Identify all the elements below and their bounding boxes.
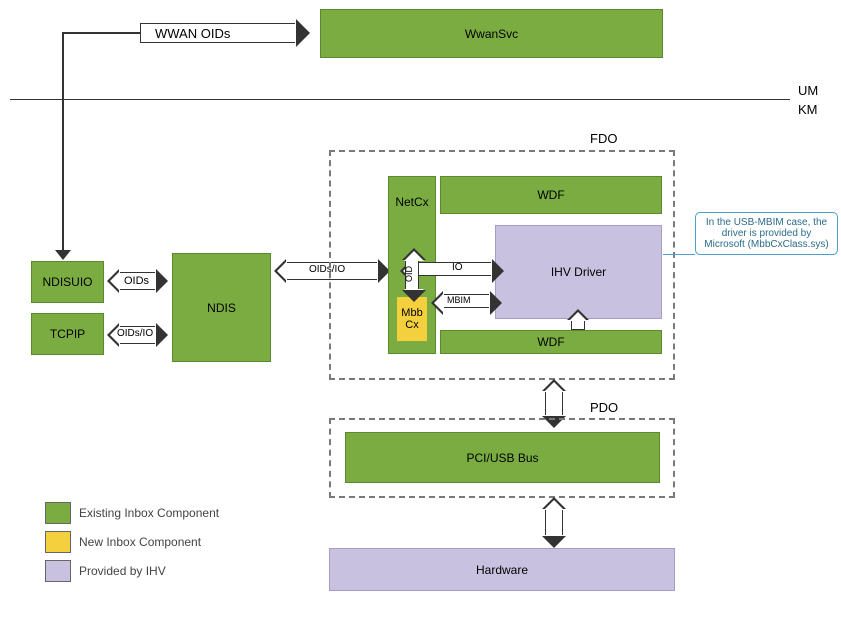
mbbcx-label: Mbb Cx <box>401 307 422 331</box>
callout-connector <box>663 254 695 255</box>
tcpip-box: TCPIP <box>31 313 104 355</box>
pci-usb-bus-label: PCI/USB Bus <box>466 451 538 465</box>
mbbcx-box: Mbb Cx <box>395 295 429 343</box>
pci-usb-bus-box: PCI/USB Bus <box>345 432 660 483</box>
ihv-to-wdf-arrow <box>571 320 585 330</box>
km-label: KM <box>798 102 818 117</box>
netcx-label: NetCx <box>395 195 428 209</box>
ndis-label: NDIS <box>207 301 236 315</box>
ihv-driver-box: IHV Driver <box>495 225 662 319</box>
fdo-pdo-arrow <box>545 391 563 416</box>
um-label: UM <box>798 83 818 98</box>
ihv-callout: In the USB-MBIM case, the driver is prov… <box>695 212 838 255</box>
tcpip-oids-io-label: OIDs/IO <box>117 328 153 339</box>
elbow-down-arrowhead <box>55 250 71 260</box>
fdo-title: FDO <box>590 131 617 146</box>
oid-label: OID <box>404 266 414 282</box>
pdo-hardware-arrow <box>545 509 563 536</box>
mbim-label: MBIM <box>447 295 471 305</box>
ndisuio-label: NDISUIO <box>42 275 92 289</box>
ndis-box: NDIS <box>172 253 271 362</box>
io-label: IO <box>452 262 463 273</box>
wdf-bottom-label: WDF <box>537 335 564 349</box>
ihv-driver-label: IHV Driver <box>551 265 606 279</box>
legend-swatch-provided <box>45 560 71 582</box>
wdf-top-label: WDF <box>537 188 564 202</box>
wwansvc-box: WwanSvc <box>320 9 663 58</box>
legend-new-label: New Inbox Component <box>79 535 201 549</box>
tcpip-label: TCPIP <box>50 327 85 341</box>
elbow-line-horizontal <box>62 32 140 34</box>
ndisuio-box: NDISUIO <box>31 261 104 303</box>
ihv-callout-text: In the USB-MBIM case, the driver is prov… <box>704 217 828 250</box>
hardware-label: Hardware <box>476 563 528 577</box>
legend-provided-label: Provided by IHV <box>79 564 166 578</box>
oids-label: OIDs <box>124 275 149 287</box>
pdo-title: PDO <box>590 400 618 415</box>
wwan-oids-label: WWAN OIDs <box>155 26 230 41</box>
hardware-box: Hardware <box>329 548 675 591</box>
elbow-line-vertical <box>62 32 64 256</box>
wwansvc-label: WwanSvc <box>465 27 518 41</box>
wdf-top-box: WDF <box>440 176 662 214</box>
legend-swatch-new <box>45 531 71 553</box>
mode-separator-line <box>10 99 790 100</box>
wdf-bottom-box: WDF <box>440 330 662 354</box>
legend-existing-label: Existing Inbox Component <box>79 506 219 520</box>
legend-swatch-existing <box>45 502 71 524</box>
